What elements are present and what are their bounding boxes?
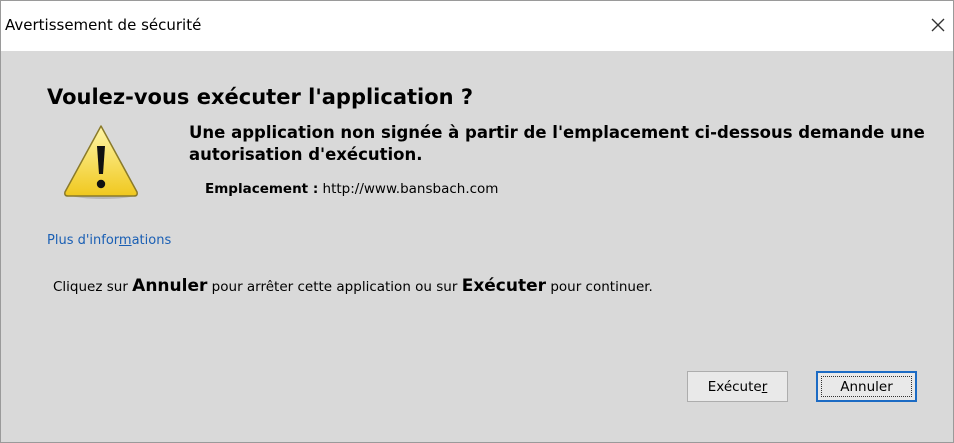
location-label: Emplacement : xyxy=(205,181,319,197)
more-info-link[interactable]: Plus d'informations xyxy=(47,233,171,248)
more-info-text-end: ations xyxy=(131,233,172,248)
more-info-mnemonic: m xyxy=(118,233,132,248)
focus-rectangle xyxy=(821,376,912,397)
warning-message: Une application non signée à partir de l… xyxy=(189,123,925,164)
instructions-text: Cliquez sur Annuler pour arrêter cette a… xyxy=(53,276,653,296)
instructions-part-2: pour arrêter cette application ou sur xyxy=(207,279,462,295)
instructions-part-3: pour continuer. xyxy=(546,279,653,295)
close-icon[interactable] xyxy=(923,10,953,40)
title-bar: Avertissement de sécurité xyxy=(1,1,953,51)
run-button-label: Exécute xyxy=(707,378,762,395)
warning-icon xyxy=(61,122,141,206)
cancel-button[interactable]: Annuler xyxy=(816,371,917,402)
instructions-run-word: Exécuter xyxy=(461,276,547,296)
run-button[interactable]: Exécute r xyxy=(687,371,788,402)
dialog-heading: Voulez-vous exécuter l'application ? xyxy=(47,85,474,109)
security-warning-dialog: Avertissement de sécurité Voulez-vous ex… xyxy=(0,0,954,443)
instructions-part-1: Cliquez sur xyxy=(53,279,133,295)
more-info-text-start: Plus d'infor xyxy=(47,233,119,248)
location-value: http://www.bansbach.com xyxy=(322,181,499,197)
window-title: Avertissement de sécurité xyxy=(5,16,202,34)
location-line: Emplacement : http://www.bansbach.com xyxy=(205,181,498,197)
instructions-cancel-word: Annuler xyxy=(132,276,208,296)
run-button-mnemonic: r xyxy=(761,378,768,395)
